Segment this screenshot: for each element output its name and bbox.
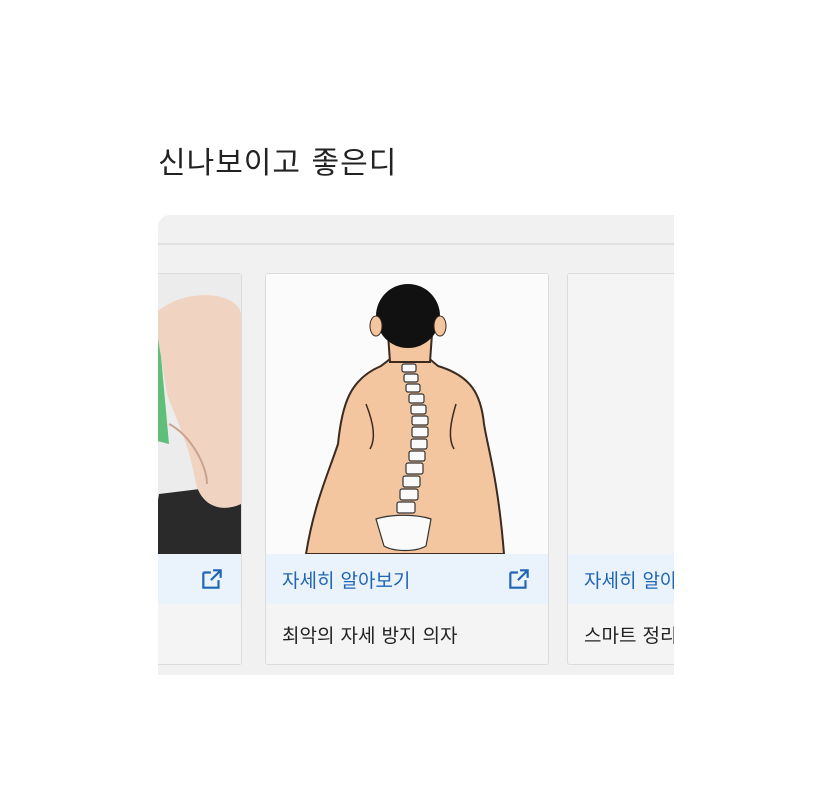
product-card-right[interactable]: 자세히 알아 스마트 정리 <box>567 273 674 665</box>
learn-more-link[interactable]: 자세히 알아보기 <box>282 566 410 593</box>
post-caption: 신나보이고 좋은디 <box>158 146 398 181</box>
product-image-posture <box>266 274 548 555</box>
external-link-icon[interactable] <box>506 566 532 592</box>
card-link-bar[interactable]: 자세히 알아 <box>568 554 674 604</box>
product-card-left[interactable]: 필름 <box>158 273 242 665</box>
product-image-film <box>158 274 241 554</box>
external-link-icon[interactable] <box>199 566 225 592</box>
card-link-bar[interactable]: 자세히 알아보기 <box>266 554 548 604</box>
card-title[interactable]: 최악의 자세 방지 의자 <box>282 621 457 648</box>
card-link-bar[interactable] <box>158 554 241 604</box>
carousel-divider <box>158 243 674 245</box>
product-card-middle[interactable]: 자세히 알아보기 최악의 자세 방지 의자 <box>265 273 549 665</box>
card-title[interactable]: 스마트 정리 <box>584 621 674 648</box>
product-carousel[interactable]: 필름 <box>158 215 674 675</box>
learn-more-link[interactable]: 자세히 알아 <box>584 566 674 593</box>
product-image-blank <box>568 274 674 554</box>
